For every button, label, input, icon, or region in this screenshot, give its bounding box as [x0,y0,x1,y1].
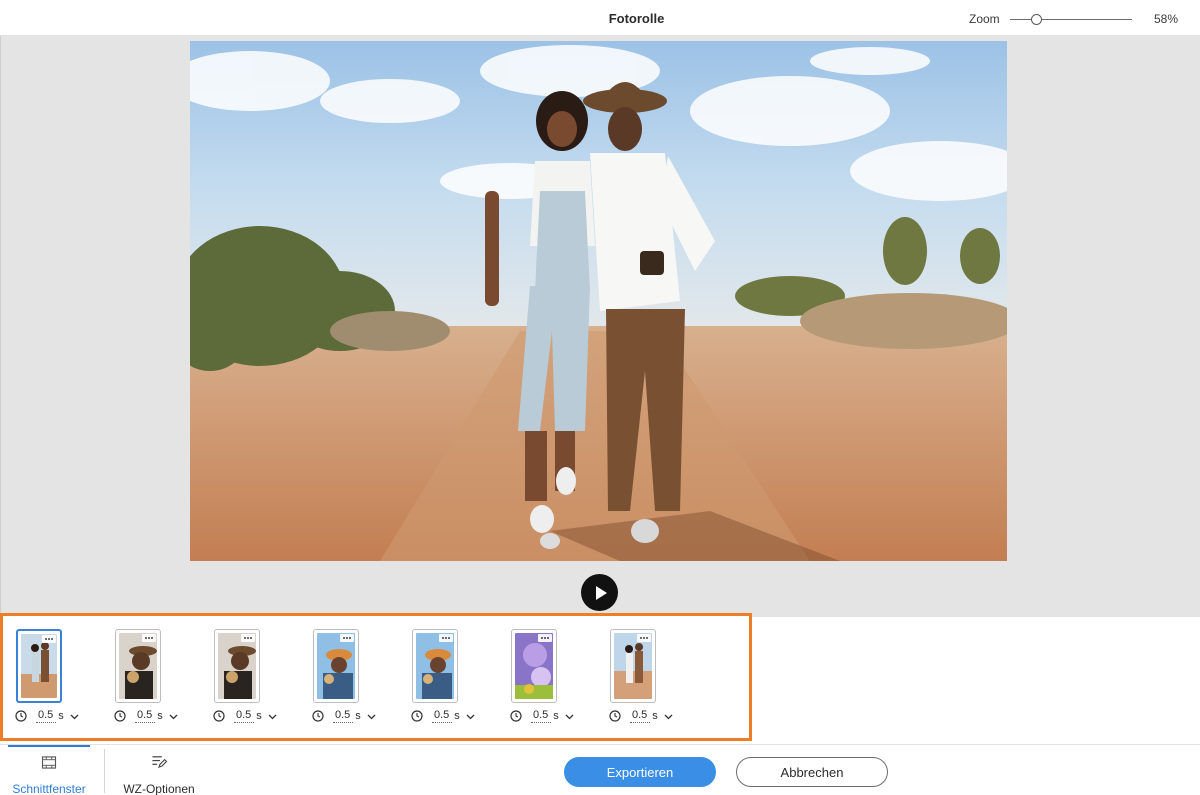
filmstrip-clip[interactable]: 0.5 s [304,629,384,729]
zoom-value: 58% [1153,12,1178,26]
chevron-down-icon[interactable] [565,712,574,721]
more-options-icon[interactable] [439,634,453,642]
chevron-down-icon[interactable] [664,712,673,721]
tab-wz-optionen-label: WZ-Optionen [123,782,195,795]
zoom-control: Zoom 58% [969,12,1178,26]
play-icon [595,585,607,600]
clip-thumbnail[interactable] [610,629,656,703]
clip-duration-value[interactable]: 0.5 [333,709,354,723]
tab-divider [104,749,105,793]
filmstrip-clip[interactable]: 0.5 s [403,629,483,729]
chevron-down-icon[interactable] [367,712,376,721]
list-edit-icon [152,756,168,769]
clip-duration-value[interactable]: 0.5 [432,709,453,723]
more-options-icon[interactable] [538,634,552,642]
chevron-down-icon[interactable] [268,712,277,721]
clip-duration-unit: s [157,710,163,722]
header-bar: Fotorolle Zoom 58% [0,0,1200,36]
clip-duration-unit: s [652,710,658,722]
clip-duration-value[interactable]: 0.5 [36,709,57,723]
zoom-slider[interactable] [1009,13,1132,25]
preview-area [0,36,1200,616]
clip-thumbnail[interactable] [115,629,161,703]
zoom-label: Zoom [969,12,1000,26]
filmstrip-clip[interactable]: 0.5 s [601,629,681,729]
clip-thumbnail[interactable] [214,629,260,703]
tab-wz-optionen[interactable]: WZ-Optionen [115,745,203,795]
chevron-down-icon[interactable] [70,712,79,721]
clip-duration-unit: s [256,710,262,722]
clip-duration-unit: s [355,710,361,722]
more-options-icon[interactable] [637,634,651,642]
clip-duration-value[interactable]: 0.5 [531,709,552,723]
export-button[interactable]: Exportieren [564,757,716,787]
preview-photo [190,41,1007,561]
clip-duration-value[interactable]: 0.5 [630,709,651,723]
clip-duration-control[interactable]: 0.5 s [411,709,475,723]
clip-duration-control[interactable]: 0.5 s [114,709,178,723]
chevron-down-icon[interactable] [169,712,178,721]
clock-icon [312,710,324,722]
clip-thumbnail[interactable] [16,629,62,703]
more-options-icon[interactable] [142,634,156,642]
filmstrip-clip[interactable]: 0.5 s [106,629,186,729]
cancel-button[interactable]: Abbrechen [736,757,888,787]
clock-icon [510,710,522,722]
footer-bar: Schnittfenster WZ-Optionen Exportieren A… [0,744,1200,795]
clip-duration-unit: s [553,710,559,722]
more-options-icon[interactable] [42,635,56,643]
play-button[interactable] [581,574,618,611]
more-options-icon[interactable] [241,634,255,642]
tab-schnittfenster-label: Schnittfenster [12,782,86,795]
clip-duration-control[interactable]: 0.5 s [510,709,574,723]
clip-duration-value[interactable]: 0.5 [234,709,255,723]
filmstrip-clip[interactable]: 0.5 s [502,629,582,729]
clip-duration-control[interactable]: 0.5 s [15,709,79,723]
filmstrip-empty-area [752,616,1200,744]
filmstrip-clip[interactable]: 0.5 s [7,629,87,729]
filmstrip-clip[interactable]: 0.5 s [205,629,285,729]
more-options-icon[interactable] [340,634,354,642]
clip-thumbnail[interactable] [511,629,557,703]
clock-icon [114,710,126,722]
tab-schnittfenster[interactable]: Schnittfenster [8,745,90,795]
clock-icon [213,710,225,722]
zoom-slider-thumb[interactable] [1031,13,1043,25]
filmstrip-icon [41,756,57,769]
clip-duration-value[interactable]: 0.5 [135,709,156,723]
clip-duration-control[interactable]: 0.5 s [213,709,277,723]
clip-thumbnail[interactable] [412,629,458,703]
clock-icon [15,710,27,722]
app-window: Fotorolle Zoom 58% 0.5 s 0.5 s 0.5 s 0.5… [0,0,1200,795]
clock-icon [609,710,621,722]
clock-icon [411,710,423,722]
clip-duration-unit: s [58,710,64,722]
chevron-down-icon[interactable] [466,712,475,721]
clip-duration-control[interactable]: 0.5 s [609,709,673,723]
clip-duration-unit: s [454,710,460,722]
filmstrip: 0.5 s 0.5 s 0.5 s 0.5 s 0.5 s 0.5 s 0.5 s [0,613,752,741]
clip-thumbnail[interactable] [313,629,359,703]
clip-duration-control[interactable]: 0.5 s [312,709,376,723]
